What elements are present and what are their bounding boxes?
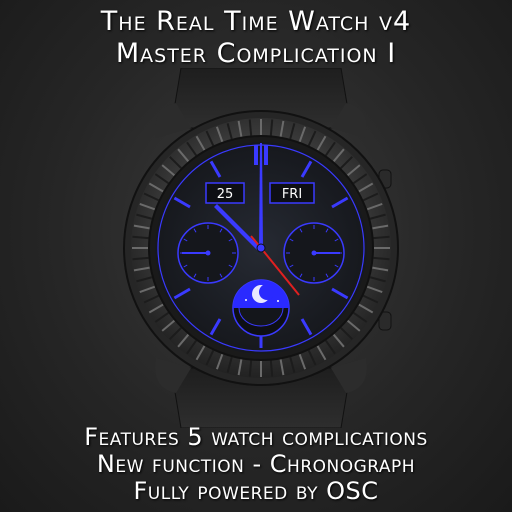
watch-illustration: 25 FRI	[96, 67, 426, 429]
features-block: Features 5 watch complications New funct…	[0, 424, 512, 505]
bezel-ridge	[373, 235, 390, 240]
right-subdial-pin	[311, 250, 317, 256]
center-pin	[256, 243, 266, 253]
feature-line-3: Fully powered by OSC	[133, 477, 379, 505]
bezel-ridge	[132, 235, 149, 240]
bezel-ridge	[132, 256, 149, 261]
feature-line-2: New function - Chronograph	[96, 450, 416, 478]
title-line-2: Master Complication I	[115, 38, 397, 69]
twelve-marker-right	[264, 145, 268, 165]
bezel-ridge	[248, 360, 253, 377]
moon-shadow	[259, 284, 275, 300]
title-block: The Real Time Watch v4 Master Complicati…	[0, 6, 512, 70]
date-day-text: 25	[217, 187, 234, 202]
bezel-ridge	[269, 360, 274, 377]
left-subdial-pin	[205, 250, 211, 256]
bezel-ridge	[269, 119, 274, 136]
feature-line-1: Features 5 watch complications	[84, 423, 428, 451]
date-weekday-text: FRI	[282, 187, 302, 202]
bezel-ridge	[373, 256, 390, 261]
bezel-ridge	[248, 119, 253, 136]
small-star-2	[277, 300, 279, 302]
small-star-1	[245, 299, 247, 301]
twelve-marker-left	[254, 145, 258, 165]
title-line-1: The Real Time Watch v4	[100, 6, 412, 37]
watch-svg: 25 FRI	[123, 67, 399, 429]
